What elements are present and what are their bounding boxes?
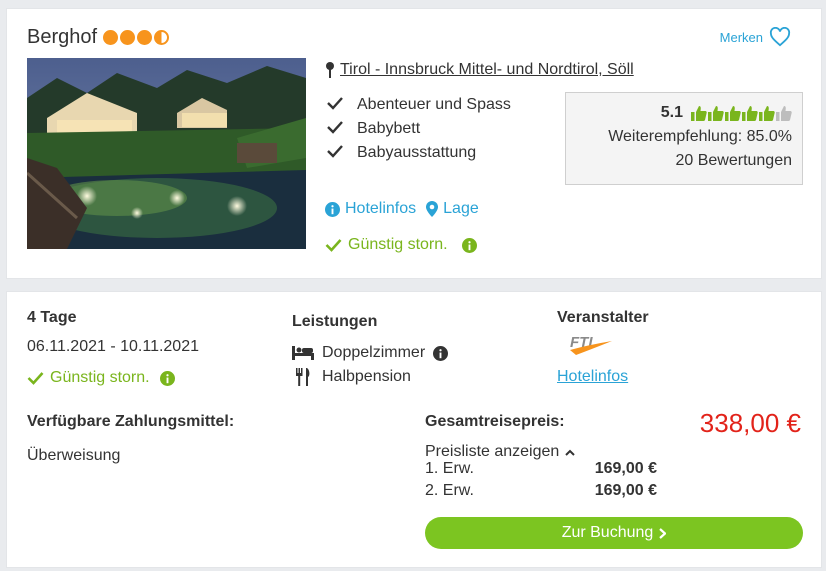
feature-label: Babybett xyxy=(357,120,421,137)
board-type: Halbpension xyxy=(292,368,411,386)
payment-title: Verfügbare Zahlungsmittel: xyxy=(27,413,235,430)
check-icon xyxy=(325,239,342,252)
storno-label: Günstig storn. xyxy=(348,236,448,253)
price-row-amount: 169,00 € xyxy=(594,460,657,477)
price-row-amount: 169,00 € xyxy=(594,482,657,499)
offer-storno-badge: Günstig storn. xyxy=(27,369,175,387)
review-box[interactable]: 5.1 Weiterempfehlung: 85.0% 20 Bewertung… xyxy=(565,92,803,185)
hotelinfos-link[interactable]: Hotelinfos xyxy=(325,200,416,218)
thumb-up-filled-icon xyxy=(691,106,707,121)
price-row: 2. Erw. 169,00 € xyxy=(425,482,657,500)
review-recommendation: Weiterempfehlung: 85.0% xyxy=(608,128,792,145)
hotel-location[interactable]: Tirol - Innsbruck Mittel- und Nordtirol,… xyxy=(325,61,634,79)
lage-label: Lage xyxy=(443,200,479,217)
room-label: Doppelzimmer xyxy=(322,344,426,361)
operator-hotelinfos-link[interactable]: Hotelinfos xyxy=(557,368,628,386)
book-button[interactable]: Zur Buchung xyxy=(425,517,803,549)
total-price: 338,00 € xyxy=(699,408,801,438)
location-link[interactable]: Tirol - Innsbruck Mittel- und Nordtirol,… xyxy=(340,61,634,79)
pricelist-label: Preisliste anzeigen xyxy=(425,443,560,460)
review-thumbs xyxy=(691,105,792,121)
rating-dot-icon xyxy=(137,30,153,45)
check-icon xyxy=(327,96,357,115)
offer-duration: 4 Tage xyxy=(27,309,77,326)
review-count: 20 Bewertungen xyxy=(675,152,792,169)
rating-dot-icon xyxy=(103,30,119,45)
lage-link[interactable]: Lage xyxy=(426,200,479,218)
thumb-up-empty-icon xyxy=(776,106,792,121)
hotel-name[interactable]: Berghof xyxy=(27,26,97,49)
operator-logo: FTI xyxy=(568,333,614,362)
thumb-up-filled-icon xyxy=(759,106,775,121)
thumb-up-filled-icon xyxy=(742,106,758,121)
hotel-title[interactable]: Berghof xyxy=(27,26,170,49)
total-title: Gesamtreisepreis: xyxy=(425,413,565,430)
hotel-links: Hotelinfos Lage xyxy=(325,200,479,218)
price-row: 1. Erw. 169,00 € xyxy=(425,460,657,478)
rating-half-dot-icon xyxy=(154,30,170,45)
room-type: Doppelzimmer xyxy=(292,344,449,362)
heart-icon xyxy=(769,27,791,47)
board-label: Halbpension xyxy=(322,368,411,385)
cutlery-icon xyxy=(296,368,310,386)
services-title: Leistungen xyxy=(292,313,378,330)
chevron-up-icon xyxy=(565,449,576,456)
review-score: 5.1 xyxy=(660,104,683,121)
hotel-card: Berghof Merken Tirol - Innsbruck Mittel-… xyxy=(6,8,822,279)
price-row-label: 1. Erw. xyxy=(425,460,474,477)
pricelist-toggle[interactable]: Preisliste anzeigen xyxy=(425,443,576,461)
chevron-right-icon xyxy=(659,527,667,539)
merken-button[interactable]: Merken xyxy=(720,27,791,47)
storno-label: Günstig storn. xyxy=(50,369,150,386)
operator-title: Veranstalter xyxy=(557,309,649,326)
payment-method: Überweisung xyxy=(27,447,121,464)
hotelinfos-label: Hotelinfos xyxy=(345,200,417,217)
storno-badge: Günstig storn. xyxy=(325,236,477,254)
rating-dot-icon xyxy=(120,30,136,45)
book-label: Zur Buchung xyxy=(561,524,654,541)
review-score-row: 5.1 xyxy=(576,101,792,125)
hotel-features: Abenteuer und Spass Babybett Babyausstat… xyxy=(327,93,511,165)
check-icon xyxy=(327,120,357,139)
info-icon[interactable] xyxy=(433,345,449,361)
offer-dates: 06.11.2021 - 10.11.2021 xyxy=(27,338,199,355)
hotel-category-rating xyxy=(103,30,170,45)
map-marker-icon xyxy=(426,201,439,217)
thumb-up-filled-icon xyxy=(725,106,741,121)
check-icon xyxy=(327,144,357,163)
check-icon xyxy=(27,372,44,385)
info-icon[interactable] xyxy=(461,237,477,253)
offer-card: 4 Tage 06.11.2021 - 10.11.2021 Günstig s… xyxy=(6,291,822,568)
feature-item: Abenteuer und Spass xyxy=(327,93,511,117)
feature-item: Babybett xyxy=(327,117,511,141)
feature-label: Babyausstattung xyxy=(357,144,477,161)
info-icon[interactable] xyxy=(159,370,175,386)
hotel-photo[interactable] xyxy=(27,58,306,249)
pin-icon xyxy=(326,62,334,78)
feature-label: Abenteuer und Spass xyxy=(357,96,511,113)
thumb-up-filled-icon xyxy=(708,106,724,121)
price-row-label: 2. Erw. xyxy=(425,482,474,499)
feature-item: Babyausstattung xyxy=(327,141,511,165)
info-icon xyxy=(325,201,340,217)
merken-label: Merken xyxy=(719,29,763,45)
bed-icon xyxy=(292,346,314,360)
